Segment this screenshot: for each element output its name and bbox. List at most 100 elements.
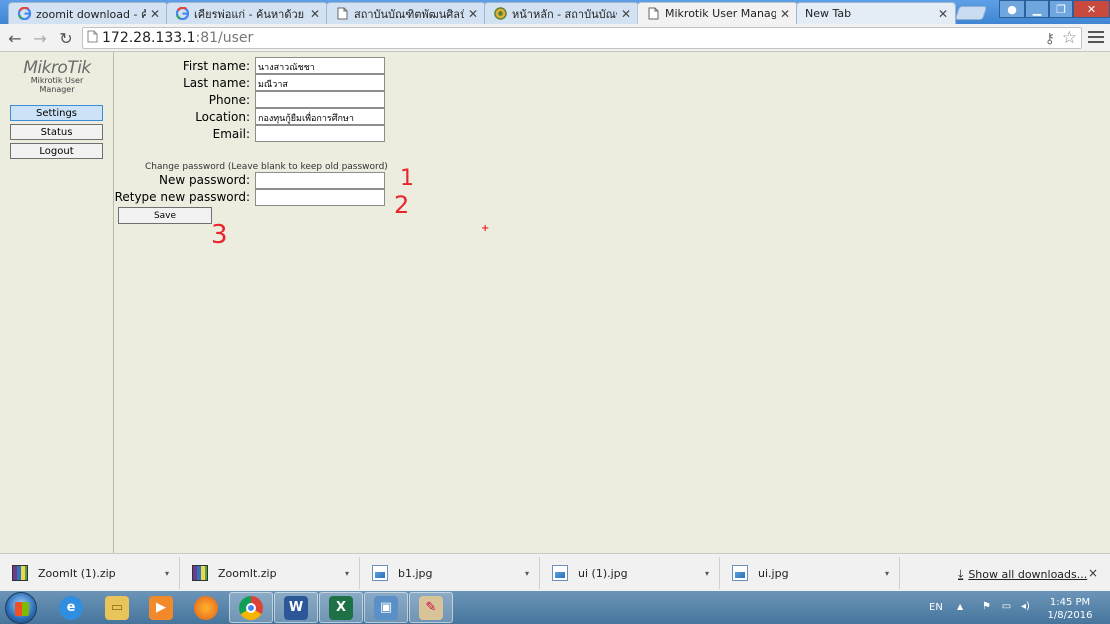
action-center-icon[interactable]: ⚑: [980, 601, 993, 613]
image-file-icon: [552, 565, 568, 581]
logout-button[interactable]: Logout: [10, 143, 103, 159]
zip-file-icon: [12, 565, 28, 581]
email-label: Email:: [212, 127, 250, 141]
user-icon[interactable]: ●: [999, 0, 1025, 18]
windows-taskbar: e ▭ ▶ W X ▣ ✎ EN ▲ ⚑ ▭ ◂) 1:45 PM 1/8/20…: [0, 591, 1110, 624]
last-name-label: Last name:: [183, 76, 250, 90]
start-button[interactable]: [5, 592, 37, 624]
address-bar[interactable]: 172.28.133.1:81/user ⚷ ☆: [82, 27, 1082, 49]
download-item[interactable]: ui (1).jpg ▾: [542, 557, 720, 589]
last-name-field[interactable]: มณีวาส: [255, 74, 385, 91]
tab-title: สถาบันบัณฑิตพัฒนศิลป์ เว็บ: [354, 7, 464, 21]
location-field[interactable]: กองทุนกู้ยืมเพื่อการศึกษา: [255, 108, 385, 125]
site-icon: [493, 7, 507, 21]
key-icon[interactable]: ⚷: [1045, 31, 1055, 47]
image-file-icon: [372, 565, 388, 581]
url-text: 172.28.133.1:81/user: [102, 30, 253, 46]
download-item[interactable]: ui.jpg ▾: [722, 557, 900, 589]
chevron-down-icon[interactable]: ▾: [885, 569, 895, 578]
download-item[interactable]: ZoomIt (1).zip ▾: [2, 557, 180, 589]
google-icon: [175, 7, 189, 21]
mikrotik-logo: MikroTik Mikrotik User Manager: [12, 58, 102, 94]
close-icon[interactable]: ✕: [779, 7, 791, 21]
paint-icon[interactable]: ✎: [409, 592, 453, 623]
download-filename: ZoomIt.zip: [218, 566, 277, 580]
download-item[interactable]: b1.jpg ▾: [362, 557, 540, 589]
bookmark-star-icon[interactable]: ☆: [1062, 28, 1077, 48]
url-host: 172.28.133.1: [102, 30, 196, 46]
tab-new-tab[interactable]: New Tab ✕: [796, 2, 956, 24]
new-password-label: New password:: [158, 173, 250, 187]
download-item[interactable]: ZoomIt.zip ▾: [182, 557, 360, 589]
email-field[interactable]: [255, 125, 385, 142]
close-icon[interactable]: ✕: [937, 7, 949, 21]
status-button[interactable]: Status: [10, 124, 103, 140]
chrome-icon[interactable]: [229, 592, 273, 623]
language-indicator[interactable]: EN: [929, 602, 943, 613]
tab-title: zoomit download - ค้นห: [36, 7, 146, 21]
page-icon: [87, 30, 98, 46]
url-path: :81/user: [195, 30, 254, 46]
tab-institute-home[interactable]: หน้าหลัก - สถาบันบัณฑิตพั ✕: [484, 2, 639, 24]
page-icon: [646, 7, 660, 21]
tab-mikrotik-user-manager[interactable]: Mikrotik User Manager ✕: [637, 2, 798, 24]
password-hint: Change password (Leave blank to keep old…: [145, 162, 388, 172]
new-tab-button[interactable]: [954, 6, 988, 20]
volume-icon[interactable]: ◂): [1019, 601, 1032, 613]
minimize-button[interactable]: ▁: [1025, 0, 1049, 18]
image-file-icon: [732, 565, 748, 581]
back-arrow-icon[interactable]: ←: [5, 28, 25, 48]
tab-institute-website[interactable]: สถาบันบัณฑิตพัฒนศิลป์ เว็บ ✕: [326, 2, 486, 24]
media-player-icon[interactable]: ▶: [139, 592, 183, 623]
ie-icon[interactable]: e: [49, 592, 93, 623]
tab-title: New Tab: [805, 7, 852, 20]
first-name-label: First name:: [182, 59, 250, 73]
close-icon[interactable]: ✕: [149, 7, 161, 21]
reload-icon[interactable]: ↻: [56, 28, 76, 48]
maximize-button[interactable]: ❐: [1049, 0, 1073, 18]
show-all-downloads-link[interactable]: ⤓ Show all downloads...: [958, 567, 1087, 582]
close-window-button[interactable]: ✕: [1073, 0, 1110, 18]
page-icon: [335, 7, 349, 21]
browser-toolbar: ← → ↻ 172.28.133.1:81/user ⚷ ☆: [0, 24, 1110, 52]
tab-title: เคียรพ่อแก่ - ค้นหาด้วย Goo: [194, 7, 306, 21]
logo-text: MikroTik: [23, 58, 91, 78]
phone-field[interactable]: [255, 91, 385, 108]
show-all-downloads-label: Show all downloads...: [968, 568, 1088, 581]
download-filename: ui (1).jpg: [578, 566, 628, 580]
cursor-crosshair-icon: +: [481, 223, 490, 234]
explorer-icon[interactable]: ▭: [95, 592, 139, 623]
excel-icon[interactable]: X: [319, 592, 363, 623]
firefox-icon[interactable]: [184, 592, 228, 623]
close-icon[interactable]: ×: [1088, 566, 1098, 580]
tab-google-search[interactable]: เคียรพ่อแก่ - ค้นหาด้วย Goo ✕: [166, 2, 328, 24]
word-icon[interactable]: W: [274, 592, 318, 623]
clock[interactable]: 1:45 PM 1/8/2016: [1040, 596, 1100, 622]
chevron-down-icon[interactable]: ▾: [345, 569, 355, 578]
google-icon: [17, 7, 31, 21]
remote-desktop-icon[interactable]: ▣: [364, 592, 408, 623]
tab-title: Mikrotik User Manager: [665, 7, 776, 20]
location-label: Location:: [195, 110, 250, 124]
close-icon[interactable]: ✕: [467, 7, 479, 21]
retype-password-field[interactable]: [255, 189, 385, 206]
settings-button[interactable]: Settings: [10, 105, 103, 121]
annotation-number: 1: [400, 166, 414, 191]
close-icon[interactable]: ✕: [620, 7, 632, 21]
show-hidden-icons-icon[interactable]: ▲: [957, 602, 963, 611]
network-icon[interactable]: ▭: [1000, 601, 1013, 613]
close-icon[interactable]: ✕: [309, 7, 321, 21]
first-name-field[interactable]: นางสาวณัชชา: [255, 57, 385, 74]
download-shelf: ZoomIt (1).zip ▾ ZoomIt.zip ▾ b1.jpg ▾ u…: [0, 553, 1110, 591]
chevron-down-icon[interactable]: ▾: [165, 569, 175, 578]
save-button[interactable]: Save: [118, 207, 212, 224]
tab-zoomit-download[interactable]: zoomit download - ค้นห ✕: [8, 2, 168, 24]
new-password-field[interactable]: [255, 172, 385, 189]
download-filename: ui.jpg: [758, 566, 789, 580]
forward-arrow-icon[interactable]: →: [30, 28, 50, 48]
chevron-down-icon[interactable]: ▾: [705, 569, 715, 578]
page-content: MikroTik Mikrotik User Manager Settings …: [0, 52, 1110, 553]
menu-icon[interactable]: [1088, 29, 1104, 45]
chevron-down-icon[interactable]: ▾: [525, 569, 535, 578]
phone-label: Phone:: [208, 93, 250, 107]
